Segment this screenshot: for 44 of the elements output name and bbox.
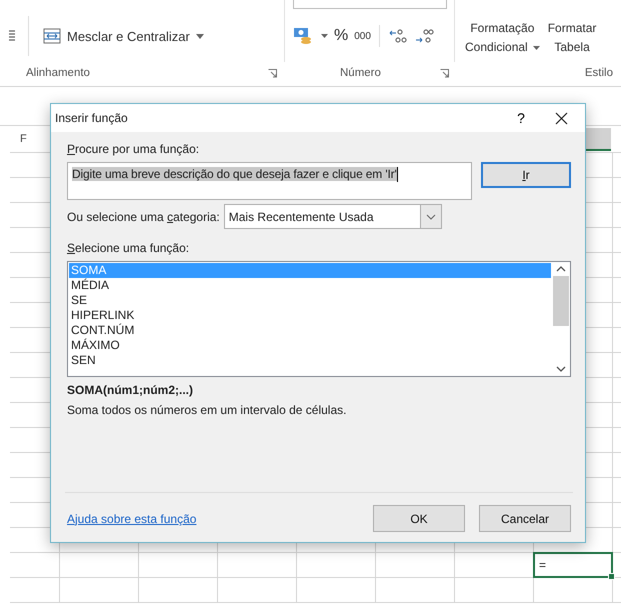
search-field[interactable]: Digite uma breve descrição do que deseja fazer e clique em 'Ir' <box>67 162 472 200</box>
active-cell[interactable]: = <box>533 552 613 578</box>
group-label: Número <box>340 67 381 79</box>
dialog-launcher-icon[interactable] <box>440 68 449 78</box>
function-signature: SOMA(núm1;núm2;...) <box>67 383 194 397</box>
group-label: Estilo <box>584 67 613 79</box>
category-dropdown[interactable]: Mais Recentemente Usada <box>224 204 442 229</box>
caret-icon[interactable] <box>321 34 328 38</box>
align-icon <box>8 29 16 43</box>
chevron-down-icon <box>426 214 436 220</box>
help-link[interactable]: Ajuda sobre esta função <box>67 512 196 526</box>
percent-style-button[interactable]: % <box>334 27 348 45</box>
function-item[interactable]: MÉDIA <box>69 278 551 293</box>
caret-icon <box>196 34 204 38</box>
function-item[interactable]: SE <box>69 293 551 308</box>
scroll-up-icon[interactable] <box>556 266 566 272</box>
function-item[interactable]: MÁXIMO <box>69 338 551 353</box>
merge-cells-icon <box>43 28 61 44</box>
format-field[interactable] <box>293 0 447 9</box>
function-item[interactable]: SEN <box>69 353 551 368</box>
go-button[interactable]: Ir <box>481 162 571 188</box>
group-label: Alinhamento <box>26 67 90 79</box>
search-label: Procure por uma função: <box>67 142 200 156</box>
style-button[interactable]: Formatação Condicional <box>465 19 540 57</box>
function-description: Soma todos os números em um intervalo de células. <box>67 403 348 417</box>
category-label: Ou selecione uma categoria: <box>67 210 220 224</box>
close-icon <box>554 112 568 124</box>
thousands-separator-button[interactable]: 000 <box>354 30 371 42</box>
function-item[interactable]: HIPERLINK <box>69 308 551 323</box>
column-header[interactable]: F <box>20 133 27 145</box>
increase-decimal-icon[interactable] <box>388 28 408 44</box>
decrease-decimal-icon[interactable] <box>414 28 434 44</box>
dialog-launcher-icon[interactable] <box>268 68 277 78</box>
function-list-label: Selecione uma função: <box>67 241 190 255</box>
scroll-thumb[interactable] <box>553 276 569 326</box>
style-button[interactable]: Formatar Tabela <box>548 19 596 57</box>
dialog-button[interactable]: Cancelar <box>479 505 571 532</box>
merge-center-button[interactable]: Mesclar e Centralizar <box>41 26 206 46</box>
dialog-button[interactable]: OK <box>373 505 465 532</box>
scroll-down-icon[interactable] <box>556 366 566 372</box>
dialog-title: Inserir função <box>55 111 129 125</box>
function-item[interactable]: CONT.NÚM <box>69 323 551 338</box>
function-list[interactable]: SOMA MÉDIA SE HIPERLINK CONT.NÚM MÁXIMO SEN <box>67 261 571 377</box>
help-button[interactable]: ? <box>501 105 541 131</box>
